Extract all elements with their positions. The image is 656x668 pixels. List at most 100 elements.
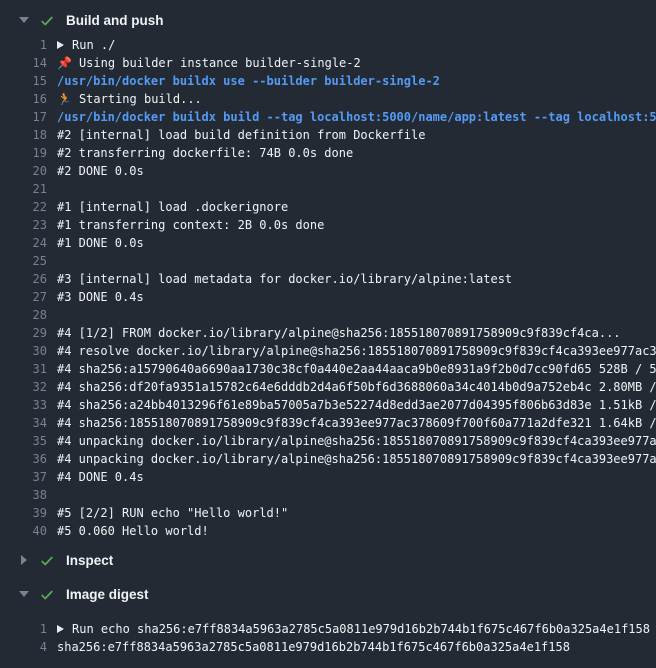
log-line-text: #3 DONE 0.4s: [57, 288, 144, 306]
log-line-number[interactable]: 36: [0, 450, 47, 468]
log-line-text: sha256:e7ff8834a5963a2785c5a0811e979d16b…: [57, 638, 570, 656]
log-line-text: #2 transferring dockerfile: 74B 0.0s don…: [57, 144, 353, 162]
log-line-number[interactable]: 18: [0, 126, 47, 144]
log-line-number[interactable]: 1: [0, 36, 47, 54]
log-line-text: #4 sha256:185518070891758909c9f839cf4ca3…: [57, 414, 656, 432]
log-line: 32 #4 sha256:df20fa9351a15782c64e6dddb2d4…: [0, 378, 656, 396]
chevron-expanded-icon[interactable]: [18, 14, 30, 26]
log-line-number[interactable]: 33: [0, 396, 47, 414]
log-line-number[interactable]: 26: [0, 270, 47, 288]
log-line-number[interactable]: 39: [0, 504, 47, 522]
log-line-number[interactable]: 35: [0, 432, 47, 450]
log-line-number[interactable]: 29: [0, 324, 47, 342]
log-line: 21: [0, 180, 656, 198]
log-line: 22 #1 [internal] load .dockerignore: [0, 198, 656, 216]
log-line: 14 📌Using builder instance builder-single…: [0, 54, 656, 72]
actions-log-viewer: { "app": { "name": "GitHub Actions workf…: [0, 10, 656, 668]
log-line-text: #4 sha256:df20fa9351a15782c64e6dddb2d4a6…: [57, 378, 656, 396]
log-line-text: 📌Using builder instance builder-single-2: [57, 54, 361, 72]
log-line: 30 #4 resolve docker.io/library/alpine@sh…: [0, 342, 656, 360]
log-line-number[interactable]: 14: [0, 54, 47, 72]
log-line-text: 🏃Starting build...: [57, 90, 202, 108]
chevron-collapsed-icon[interactable]: [18, 554, 30, 566]
chevron-expanded-icon[interactable]: [18, 588, 30, 600]
log-line: 28: [0, 306, 656, 324]
log-line-text: #1 DONE 0.0s: [57, 234, 144, 252]
log-line-number[interactable]: 16: [0, 90, 47, 108]
group-toggle-icon[interactable]: [57, 41, 64, 49]
log-line-text: #1 [internal] load .dockerignore: [57, 198, 288, 216]
log-line-number[interactable]: 31: [0, 360, 47, 378]
log-line: 16 🏃Starting build...: [0, 90, 656, 108]
pushpin-emoji: 📌: [57, 56, 72, 70]
log-line: 26 #3 [internal] load metadata for docker…: [0, 270, 656, 288]
log-line: 1 Run ./: [0, 36, 656, 54]
log-line-number[interactable]: 25: [0, 252, 47, 270]
log-line-text: #4 sha256:a15790640a6690aa1730c38cf0a440…: [57, 360, 656, 378]
log-line: 19 #2 transferring dockerfile: 74B 0.0s d…: [0, 144, 656, 162]
log-line-number[interactable]: 40: [0, 522, 47, 540]
log-line-text: /usr/bin/docker buildx build --tag local…: [57, 108, 656, 126]
section-title: Inspect: [66, 553, 113, 568]
log-line: 4 sha256:e7ff8834a5963a2785c5a0811e979d16…: [0, 638, 656, 656]
section-header-image-digest[interactable]: Image digest: [0, 584, 656, 604]
section-title: Image digest: [66, 587, 149, 602]
log-line-number[interactable]: 15: [0, 72, 47, 90]
log-line-text: #4 sha256:a24bb4013296f61e89ba57005a7b3e…: [57, 396, 656, 414]
runner-emoji: 🏃: [57, 92, 72, 106]
log-line-number[interactable]: 17: [0, 108, 47, 126]
log-line: 37 #4 DONE 0.4s: [0, 468, 656, 486]
log-line-number[interactable]: 34: [0, 414, 47, 432]
log-line-text: #4 unpacking docker.io/library/alpine@sh…: [57, 450, 656, 468]
log-section-build-and-push: Build and push 1 Run ./ 14 📌Using builder i…: [0, 10, 656, 540]
log-line-number[interactable]: 37: [0, 468, 47, 486]
log-line: 15/usr/bin/docker buildx use --builder b…: [0, 72, 656, 90]
log-line-number[interactable]: 28: [0, 306, 47, 324]
log-line-text: #1 transferring context: 2B 0.0s done: [57, 216, 324, 234]
log-line: 1Run echo sha256:e7ff8834a5963a2785c5a08…: [0, 620, 656, 638]
section-title: Build and push: [66, 13, 164, 28]
success-check-icon: [40, 553, 54, 567]
log-section-image-digest: Image digest 1Run echo sha256:e7ff8834a5…: [0, 584, 656, 656]
log-line-text: /usr/bin/docker buildx use --builder bui…: [57, 72, 440, 90]
log-line-number[interactable]: 19: [0, 144, 47, 162]
log-line-text: #3 [internal] load metadata for docker.i…: [57, 270, 512, 288]
log-line-number[interactable]: 1: [0, 620, 47, 638]
log-line-text: #5 [2/2] RUN echo "Hello world!": [57, 504, 288, 522]
log-line: 29#4 [1/2] FROM docker.io/library/alpine…: [0, 324, 656, 342]
section-header-build-and-push[interactable]: Build and push: [0, 10, 656, 30]
log-line-number[interactable]: 23: [0, 216, 47, 234]
log-line-text: #4 resolve docker.io/library/alpine@sha2…: [57, 342, 656, 360]
group-toggle-icon[interactable]: [57, 625, 64, 633]
log-line-text: #4 DONE 0.4s: [57, 468, 144, 486]
log-line-number[interactable]: 38: [0, 486, 47, 504]
log-line: 24 #1 DONE 0.0s: [0, 234, 656, 252]
success-check-icon: [40, 13, 54, 27]
log-line-text: #4 unpacking docker.io/library/alpine@sh…: [57, 432, 656, 450]
log-line-number[interactable]: 30: [0, 342, 47, 360]
log-line: 20#2 DONE 0.0s: [0, 162, 656, 180]
log-line: 40 #5 0.060 Hello world!: [0, 522, 656, 540]
log-line-number[interactable]: 21: [0, 180, 47, 198]
log-line-number[interactable]: 20: [0, 162, 47, 180]
log-line-number[interactable]: 22: [0, 198, 47, 216]
log-line-text: #2 [internal] load build definition from…: [57, 126, 425, 144]
log-line-text: Run ./: [57, 36, 115, 54]
log-line: 38: [0, 486, 656, 504]
log-line-number[interactable]: 24: [0, 234, 47, 252]
log-line: 34 #4 sha256:185518070891758909c9f839cf4c…: [0, 414, 656, 432]
log-line: 35 #4 unpacking docker.io/library/alpine@…: [0, 432, 656, 450]
log-line: 39 #5 [2/2] RUN echo "Hello world!": [0, 504, 656, 522]
log-line-number[interactable]: 27: [0, 288, 47, 306]
log-line: 23 #1 transferring context: 2B 0.0s done: [0, 216, 656, 234]
log-line-number[interactable]: 4: [0, 638, 47, 656]
log-line: 17/usr/bin/docker buildx build --tag loc…: [0, 108, 656, 126]
log-line: 36 #4 unpacking docker.io/library/alpine@…: [0, 450, 656, 468]
log-line: 27 #3 DONE 0.4s: [0, 288, 656, 306]
log-line-text: #5 0.060 Hello world!: [57, 522, 209, 540]
log-lines-build-and-push: 1 Run ./ 14 📌Using builder instance builder…: [0, 36, 656, 540]
section-header-inspect[interactable]: Inspect: [0, 550, 656, 570]
log-line-number[interactable]: 32: [0, 378, 47, 396]
log-section-inspect: Inspect: [0, 550, 656, 570]
log-lines-image-digest: 1Run echo sha256:e7ff8834a5963a2785c5a08…: [0, 620, 656, 656]
